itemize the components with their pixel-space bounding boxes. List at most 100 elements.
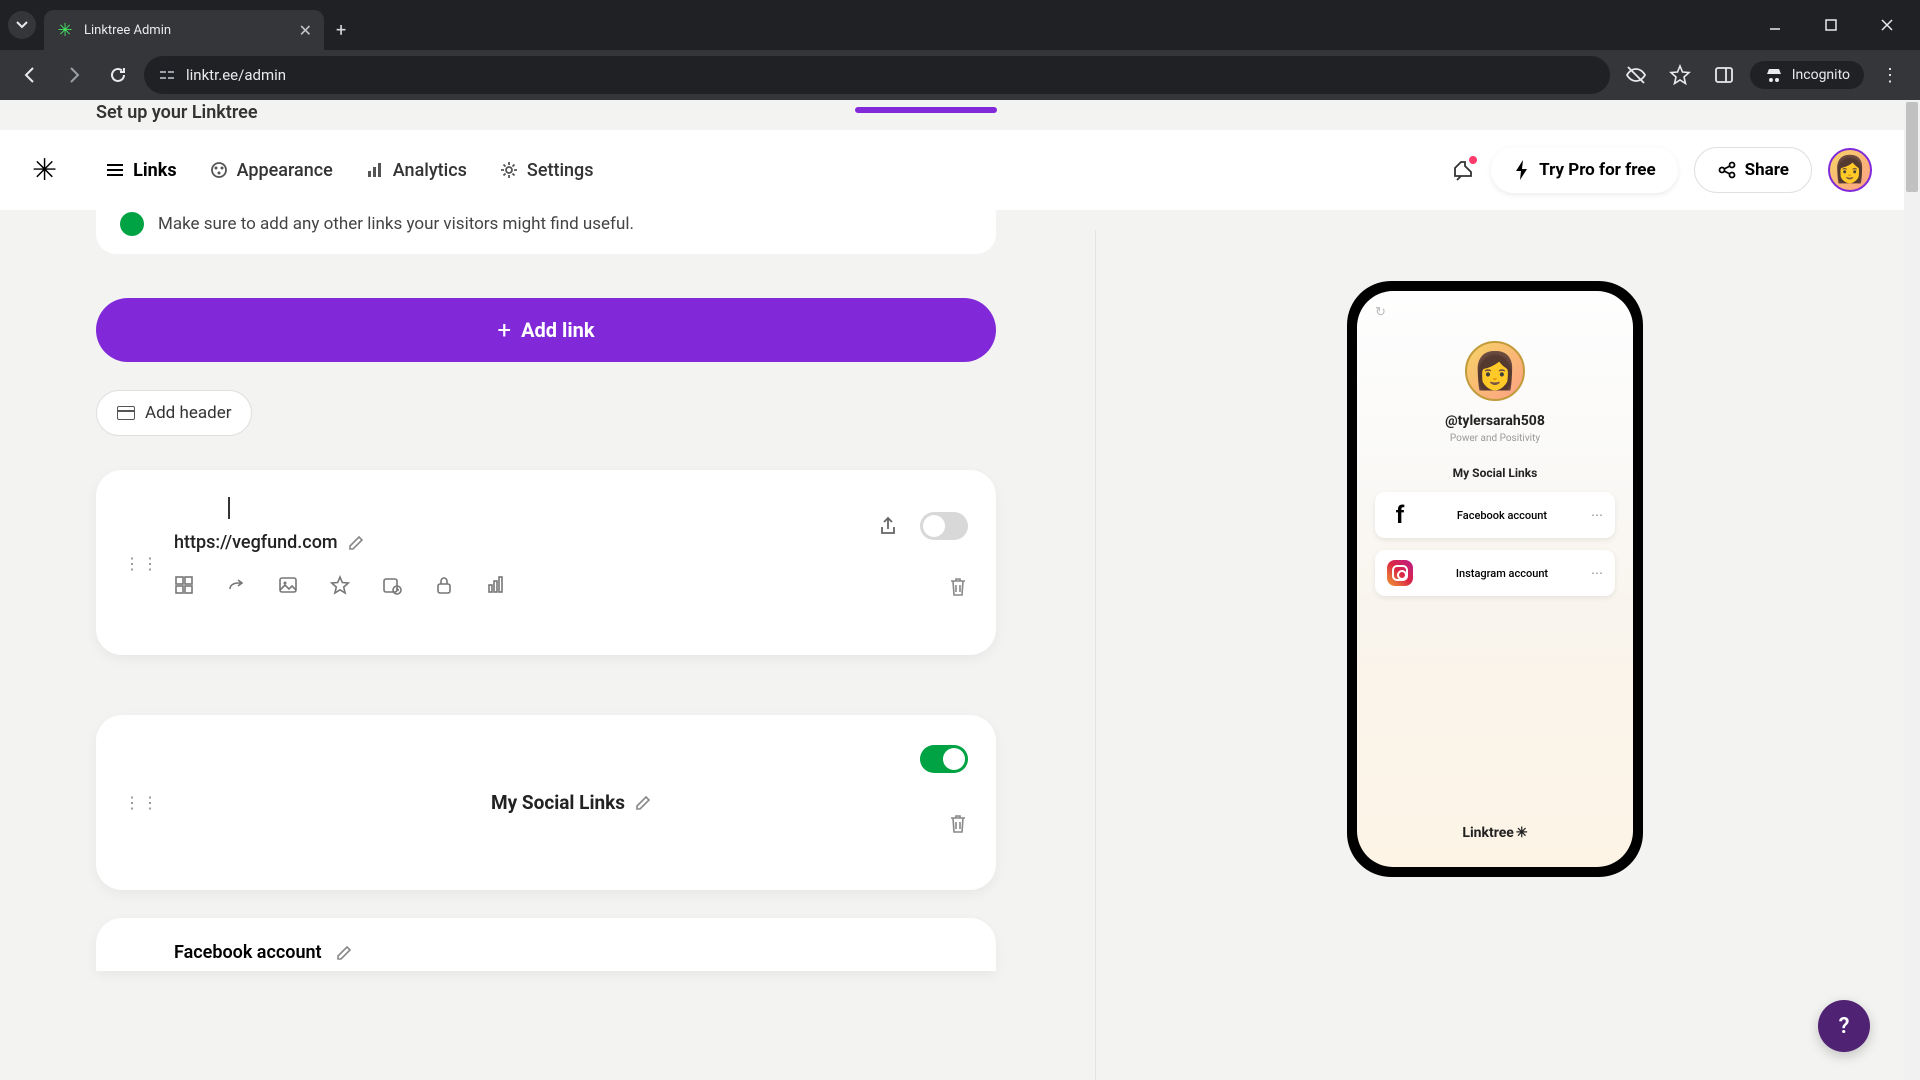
window-maximize-button[interactable] [1824, 18, 1856, 32]
preview-link-instagram: Instagram account ⋯ [1375, 550, 1615, 596]
preview-handle: @tylersarah508 [1445, 413, 1545, 429]
close-tab-icon[interactable]: ✕ [299, 21, 312, 40]
nav-settings[interactable]: Settings [483, 150, 610, 191]
url-bar[interactable]: linktr.ee/admin [144, 56, 1610, 94]
try-pro-button[interactable]: Try Pro for free [1491, 147, 1678, 193]
add-header-label: Add header [145, 403, 231, 423]
add-header-button[interactable]: Add header [96, 390, 252, 436]
schedule-icon[interactable] [382, 575, 402, 595]
drag-handle-icon[interactable]: ⋮⋮ [124, 554, 160, 573]
lock-icon[interactable] [434, 575, 454, 595]
phone-preview: ↻ 👩 @tylersarah508 Power and Positivity … [1347, 281, 1643, 877]
drag-handle-icon[interactable]: ⋮⋮ [124, 793, 160, 812]
instagram-icon [1387, 560, 1413, 586]
delete-link-icon[interactable] [948, 576, 968, 598]
incognito-indicator[interactable]: Incognito [1750, 61, 1864, 89]
linktree-favicon-icon: ✳ [56, 21, 74, 39]
link-card: ⋮⋮ https://vegfund.com [96, 470, 996, 655]
preview-section: My Social Links [1453, 466, 1538, 480]
share-label: Share [1745, 160, 1789, 180]
links-icon [105, 162, 125, 178]
nav-analytics-label: Analytics [393, 160, 467, 181]
nav-analytics[interactable]: Analytics [349, 150, 483, 191]
layout-icon[interactable] [174, 575, 194, 595]
notification-dot [1469, 156, 1477, 164]
text-cursor [228, 497, 230, 519]
browser-back-button[interactable] [12, 57, 48, 93]
facebook-title[interactable]: Facebook account [174, 942, 322, 963]
profile-avatar[interactable]: 👩 [1828, 148, 1872, 192]
header-card: ⋮⋮ My Social Links [96, 715, 996, 890]
link-toggle[interactable] [920, 512, 968, 540]
delete-header-icon[interactable] [948, 813, 968, 835]
nav-appearance[interactable]: Appearance [193, 150, 349, 191]
new-tab-button[interactable]: + [336, 20, 346, 41]
more-icon: ⋯ [1591, 566, 1603, 580]
browser-reload-button[interactable] [100, 57, 136, 93]
header-toggle[interactable] [920, 745, 968, 773]
loading-icon: ↻ [1375, 305, 1386, 320]
settings-icon [499, 160, 519, 180]
analytics-icon [365, 160, 385, 180]
bookmark-star-icon[interactable] [1662, 57, 1698, 93]
preview-footer-text: Linktree [1462, 825, 1513, 841]
url-text: linktr.ee/admin [186, 66, 1596, 84]
nav-settings-label: Settings [527, 160, 594, 181]
window-minimize-button[interactable] [1768, 18, 1800, 32]
share-button[interactable]: Share [1694, 147, 1812, 193]
link-title-input[interactable] [174, 494, 864, 522]
edit-facebook-icon[interactable] [336, 945, 352, 961]
scrollbar-thumb[interactable] [1906, 102, 1918, 192]
nav-appearance-label: Appearance [237, 160, 333, 181]
lightning-icon [1513, 159, 1531, 181]
eye-off-icon[interactable] [1618, 57, 1654, 93]
scrollbar[interactable] [1904, 100, 1920, 1080]
info-text: Make sure to add any other links your vi… [158, 214, 634, 234]
browser-menu-icon[interactable]: ⋮ [1872, 57, 1908, 93]
add-link-button[interactable]: + Add link [96, 298, 996, 362]
app-header: ✳ Links Appearance Analytics Settings [0, 130, 1904, 210]
preview-link-label: Instagram account [1423, 567, 1581, 580]
plus-icon: + [497, 316, 511, 344]
vertical-divider [1095, 230, 1096, 1080]
notifications-button[interactable] [1451, 158, 1475, 182]
incognito-icon [1764, 67, 1784, 83]
header-icon [117, 406, 135, 420]
preview-link-facebook: f Facebook account ⋯ [1375, 492, 1615, 538]
edit-url-icon[interactable] [348, 535, 364, 551]
setup-progress-bar [855, 107, 997, 113]
preview-link-label: Facebook account [1423, 509, 1581, 522]
preview-tagline: Power and Positivity [1450, 433, 1540, 444]
linktree-mark-icon: ✳ [1516, 825, 1528, 841]
thumbnail-icon[interactable] [278, 575, 298, 595]
chart-icon[interactable] [486, 575, 506, 595]
linktree-logo-icon[interactable]: ✳ [32, 153, 57, 188]
facebook-link-card: ⋮⋮ Facebook account [96, 918, 996, 971]
browser-forward-button [56, 57, 92, 93]
nav-links-label: Links [133, 160, 176, 181]
star-icon[interactable] [330, 575, 350, 595]
window-close-button[interactable] [1880, 18, 1912, 32]
site-settings-icon[interactable] [158, 66, 176, 84]
browser-tab[interactable]: ✳ Linktree Admin ✕ [44, 10, 324, 50]
add-link-label: Add link [521, 318, 594, 342]
preview-footer: Linktree✳ [1462, 825, 1527, 841]
check-icon [120, 212, 144, 236]
incognito-label: Incognito [1792, 67, 1850, 83]
redirect-icon[interactable] [226, 575, 246, 595]
appearance-icon [209, 160, 229, 180]
share-link-icon[interactable] [878, 515, 898, 537]
header-title[interactable]: My Social Links [491, 791, 625, 814]
try-pro-label: Try Pro for free [1539, 160, 1656, 180]
facebook-icon: f [1387, 502, 1413, 528]
more-icon: ⋯ [1591, 508, 1603, 522]
edit-header-icon[interactable] [635, 795, 651, 811]
help-button[interactable]: ? [1818, 1000, 1870, 1052]
help-label: ? [1839, 1014, 1850, 1039]
tab-search-button[interactable] [8, 11, 36, 39]
link-url[interactable]: https://vegfund.com [174, 532, 338, 553]
preview-avatar: 👩 [1465, 341, 1525, 401]
side-panel-icon[interactable] [1706, 57, 1742, 93]
nav-links[interactable]: Links [89, 150, 192, 191]
share-icon [1717, 160, 1737, 180]
